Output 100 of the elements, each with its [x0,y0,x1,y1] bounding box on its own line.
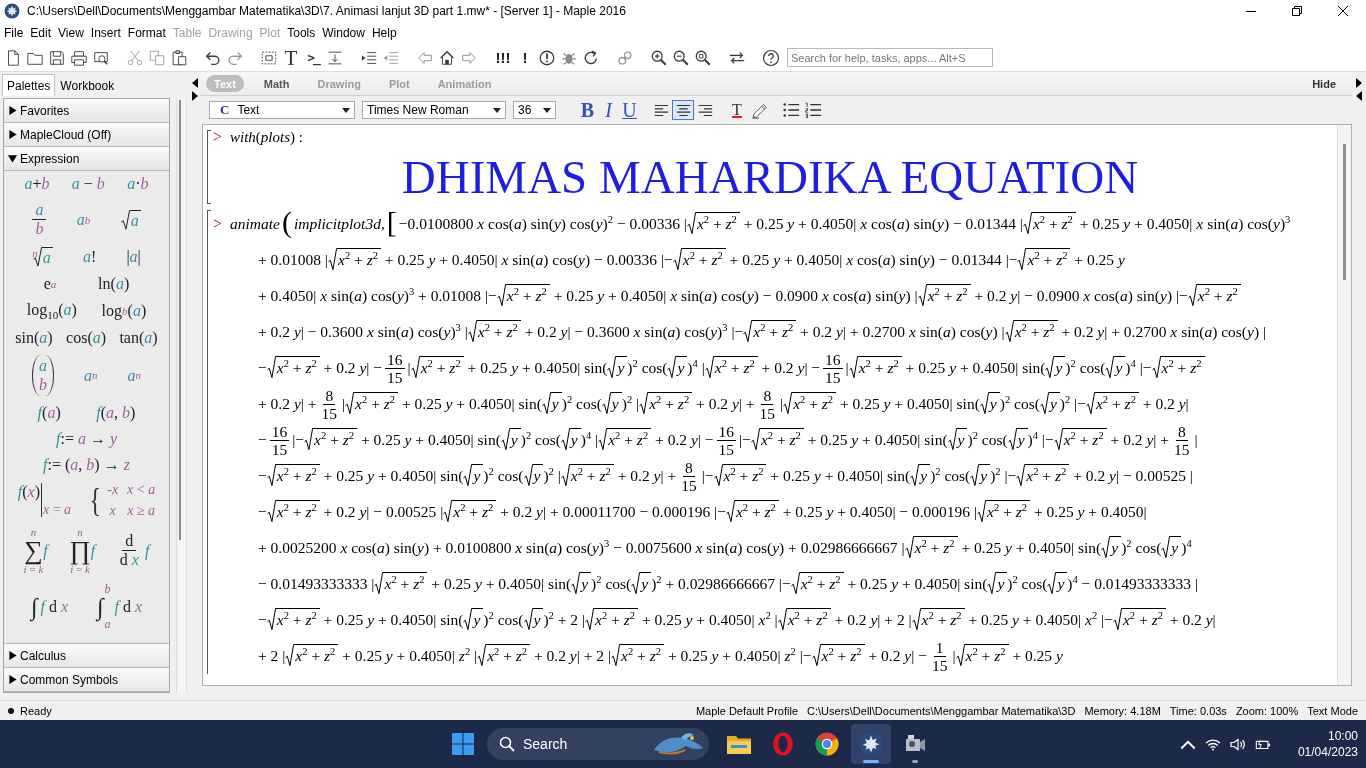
menu-item[interactable]: File [0,23,27,43]
input-prompt: > [212,128,224,146]
search-field[interactable]: Search for help, tasks, apps... Alt+S [787,48,993,67]
palette-section-header[interactable]: MapleCloud (Off) [4,123,169,147]
palette-template[interactable]: cos(a) [64,329,109,347]
italic-button[interactable]: I [598,99,619,121]
menu-item[interactable]: Insert [86,23,124,43]
palette-template[interactable]: sin(a) [13,329,55,347]
triangle-left-icon[interactable] [1356,91,1362,101]
triangle-right-icon[interactable] [192,91,198,101]
highlighter-icon[interactable] [750,101,768,119]
taskbar-app[interactable] [851,724,891,764]
math-term: − [258,431,267,448]
palette-template[interactable]: a b [30,355,56,396]
style-dropdown[interactable]: C Text [209,101,355,119]
palette-template[interactable]: f(x) x = a [15,482,74,517]
math-button[interactable]: >_ [304,46,322,69]
radicand: x$^{2}$ + z$^{2}$ [275,464,320,487]
palette-template[interactable]: f(a, b) [94,403,138,422]
radical-sign-icon [304,428,314,451]
radical-sign-icon [477,644,487,667]
palette-section-header[interactable]: Favorites [4,99,169,123]
circular-arrow-icon[interactable] [582,48,600,67]
palette-template[interactable]: tan(a) [117,329,160,347]
radical-sign-icon [1007,428,1017,451]
math-term: + 0.25 y + 0.4050| − 0.000196 | [781,503,978,520]
vertical-scrollbar[interactable] [176,98,187,693]
fraction-denominator: 15 [680,476,698,494]
palette-template[interactable]: a − b [69,175,107,193]
radicand: x$^{2}$ + z$^{2}$ [294,644,339,667]
menu-item[interactable]: Format [123,23,169,43]
menu-item[interactable]: Help [367,23,400,43]
radical-sign-icon [463,608,473,631]
radical-sign-icon [947,428,957,451]
radicand: x$^{2}$ + z$^{2}$ [594,608,639,631]
palette-section-header[interactable]: Expression [4,147,169,171]
taskbar-search[interactable]: Search [487,728,709,760]
execute-all-button[interactable]: !!! [494,46,512,69]
clock-time[interactable]: 10:00 [1327,728,1358,744]
radicand: y [616,356,628,379]
bullet-list-icon[interactable] [782,101,800,119]
palette-template[interactable]: a b [30,200,49,239]
palette-template[interactable]: ln(a) [96,274,132,293]
palette-template[interactable]: f:= a → y [54,429,119,448]
exclamation-circle-icon[interactable] [538,48,556,67]
zoom-in-icon[interactable] [650,48,668,67]
numbered-list-icon[interactable] [804,101,822,119]
palette-template[interactable]: a·b [125,175,151,193]
volume-icon[interactable] [1229,737,1246,751]
math-term: )$^{4}$ |− [1027,431,1054,448]
palette-section-header[interactable]: Calculus [4,644,169,668]
palette-template[interactable]: |a| [124,247,143,266]
save-icon[interactable] [48,48,66,67]
worksheet[interactable] [202,124,1352,686]
size-dropdown[interactable]: 36 [513,101,556,119]
help-icon[interactable] [762,48,780,67]
align-center-button[interactable] [672,100,694,120]
triangle-left-icon[interactable] [192,78,198,88]
zoom-out-icon[interactable] [672,48,690,67]
status-item: Maple Default Profile [695,704,798,717]
battery-icon[interactable] [1254,737,1271,751]
math-delimiter: ( [281,205,292,238]
menu-item[interactable]: Edit [26,23,55,43]
palette-section-header[interactable]: Common Symbols [4,668,169,692]
palette-template[interactable]: n ∏ i = k f [67,526,98,575]
palette-template[interactable]: f(a) [35,403,63,422]
math-term: + 0.25 y + 0.4050| x$^{2}$ |− [967,611,1113,628]
palette-template[interactable]: log$_{10}$(a) [24,300,79,322]
vertical-scrollbar[interactable] [1337,125,1351,685]
print-icon[interactable] [70,48,88,67]
home-icon[interactable] [438,48,456,67]
clock-date[interactable]: 01/04/2023 [1297,744,1358,760]
palette-template[interactable]: n ∑ i = k f [21,526,50,575]
palette-template[interactable]: n a [30,246,55,267]
palette-template[interactable]: f:= (a, b) → z [41,455,132,474]
panel-tab[interactable]: Palettes [2,74,56,96]
hide-button[interactable]: Hide [1306,76,1342,91]
menu-item[interactable]: Window [318,23,368,43]
underline-button[interactable]: U [619,99,640,121]
palette-template[interactable]: ∫ b a f d x [94,582,145,631]
restore-icon [1292,6,1302,16]
execute-button[interactable]: ! [516,46,534,69]
palette-template[interactable]: a! [80,247,99,266]
text-color-button[interactable]: T [726,99,748,121]
font-dropdown[interactable]: Times New Roman [362,101,506,119]
menu-item[interactable]: Tools [283,23,319,43]
text-button[interactable]: T [282,46,300,69]
link-icon[interactable] [616,48,634,67]
zoom-fit-icon[interactable] [694,48,712,67]
triangle-right-icon[interactable] [1356,78,1362,88]
menu-item[interactable]: View [54,23,87,43]
palette-template[interactable]: { -x x < a x x ≥ a [84,481,158,519]
panel-tab[interactable]: Workbook [55,74,120,96]
math-term: + 0.25 y + 0.4050| sin( [430,575,572,592]
palette-template[interactable]: d d x f [114,531,152,570]
context-tab[interactable]: Math [255,75,298,92]
wifi-icon[interactable] [1204,737,1221,751]
palette-template[interactable]: a+b [22,175,52,193]
bold-button[interactable]: B [577,99,598,121]
paste-icon[interactable] [170,48,188,67]
